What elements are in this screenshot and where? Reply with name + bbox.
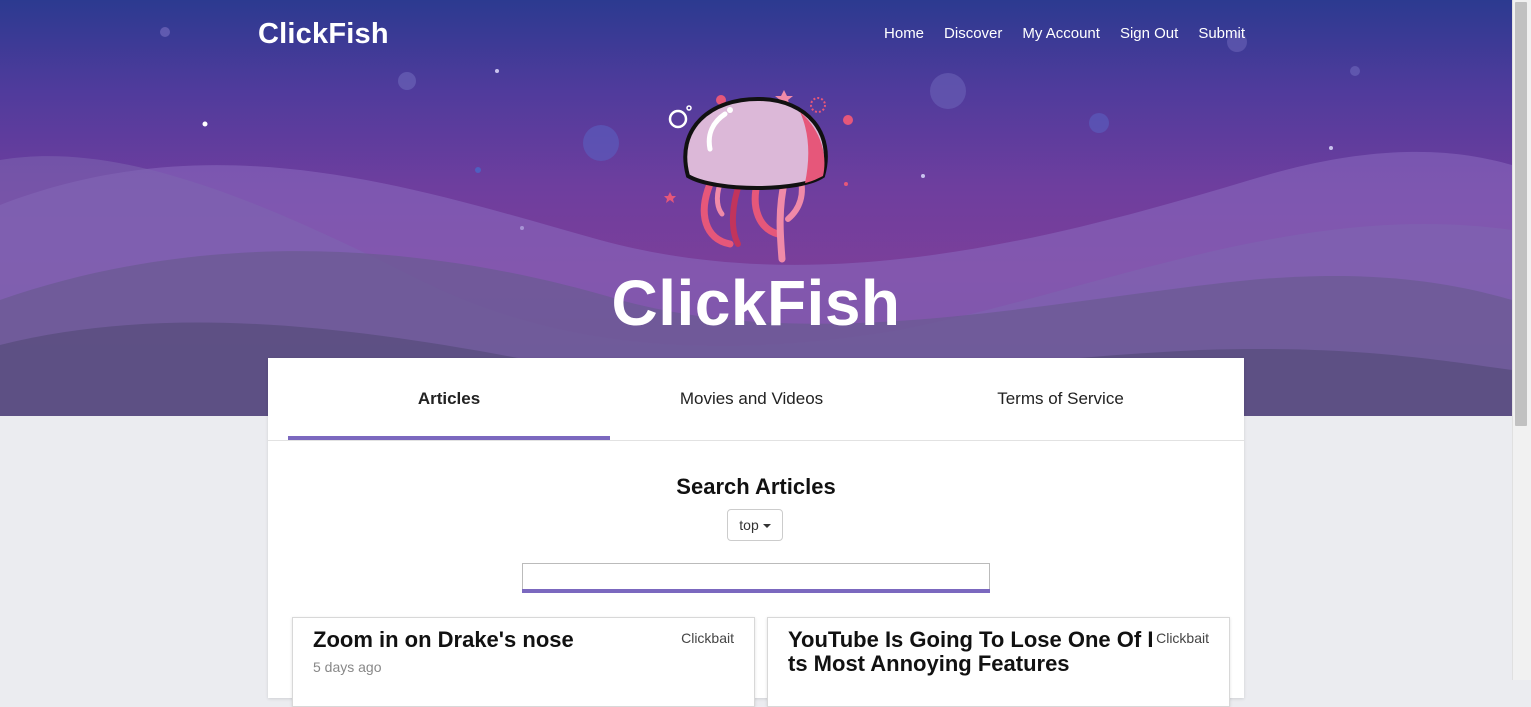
content-card: Articles Movies and Videos Terms of Serv… bbox=[268, 358, 1244, 707]
search-input[interactable] bbox=[522, 563, 990, 590]
article-time: 5 days ago bbox=[313, 659, 382, 675]
tab-movies-and-videos[interactable]: Movies and Videos bbox=[597, 358, 906, 440]
nav-discover[interactable]: Discover bbox=[944, 25, 1002, 42]
tab-terms-of-service[interactable]: Terms of Service bbox=[906, 358, 1215, 440]
nav-my-account[interactable]: My Account bbox=[1022, 25, 1100, 42]
brand-logo[interactable]: ClickFish bbox=[258, 18, 389, 51]
nav-submit[interactable]: Submit bbox=[1198, 25, 1245, 42]
search-input-underline bbox=[522, 589, 990, 593]
article-card[interactable]: Zoom in on Drake's nose Clickbait 5 days… bbox=[292, 617, 755, 707]
sort-dropdown-value: top bbox=[739, 517, 759, 533]
article-card[interactable]: YouTube Is Going To Lose One Of Its Most… bbox=[767, 617, 1230, 707]
article-tag: Clickbait bbox=[681, 630, 734, 646]
top-nav: Home Discover My Account Sign Out Submit bbox=[864, 25, 1245, 42]
hero-title: ClickFish bbox=[611, 267, 901, 339]
article-title[interactable]: YouTube Is Going To Lose One Of Its Most… bbox=[788, 628, 1156, 676]
search-title: Search Articles bbox=[676, 474, 836, 499]
article-title[interactable]: Zoom in on Drake's nose bbox=[313, 628, 663, 652]
scrollbar-thumb[interactable] bbox=[1515, 2, 1527, 426]
jellyfish-logo-icon bbox=[664, 90, 853, 263]
active-tab-indicator bbox=[288, 436, 610, 440]
nav-sign-out[interactable]: Sign Out bbox=[1120, 25, 1178, 42]
tab-bar: Articles Movies and Videos Terms of Serv… bbox=[268, 358, 1244, 441]
article-tag: Clickbait bbox=[1156, 630, 1209, 646]
nav-home[interactable]: Home bbox=[884, 25, 924, 42]
sort-dropdown[interactable]: top bbox=[727, 509, 783, 541]
tab-articles[interactable]: Articles bbox=[288, 358, 610, 440]
caret-down-icon bbox=[762, 524, 771, 529]
